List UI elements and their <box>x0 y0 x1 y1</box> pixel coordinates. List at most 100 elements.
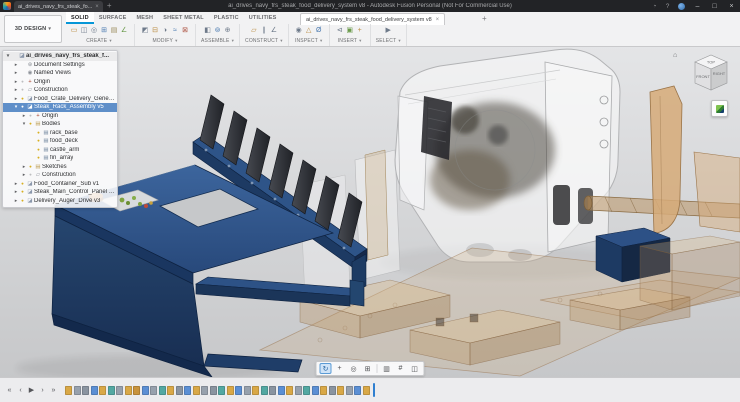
timeline-feature-icon[interactable] <box>295 386 302 395</box>
nav-tool-icon[interactable]: # <box>395 363 407 374</box>
visibility-bulb-icon[interactable] <box>35 146 42 154</box>
timeline-feature-icon[interactable] <box>354 386 361 395</box>
timeline-feature-icon[interactable] <box>218 386 225 395</box>
tool-icon[interactable]: ∠ <box>119 25 129 36</box>
visibility-bulb-icon[interactable] <box>27 120 34 128</box>
timeline-feature-icon[interactable] <box>312 386 319 395</box>
browser-tree-row[interactable]: ▾ Bodies <box>3 120 117 129</box>
timeline-feature-icon[interactable] <box>235 386 242 395</box>
tool-icon[interactable]: ◧ <box>203 25 213 36</box>
timeline-feature-icon[interactable] <box>320 386 327 395</box>
tool-icon[interactable]: ≈ <box>170 25 180 36</box>
playback-button[interactable]: ▶ <box>26 384 37 396</box>
timeline-feature-icon[interactable] <box>201 386 208 395</box>
browser-tree-row[interactable]: ▾ ai_drives_navy_frs_steak_f... <box>3 52 117 61</box>
nav-tool-icon[interactable]: ▥ <box>381 363 393 374</box>
ribbon-group-label[interactable]: SELECT ▾ <box>376 36 401 45</box>
environment-widget[interactable] <box>711 100 728 117</box>
minimize-button[interactable]: – <box>689 0 706 12</box>
timeline-feature-icon[interactable] <box>116 386 123 395</box>
browser-tree-row[interactable]: food_deck <box>3 137 117 146</box>
workspace-picker[interactable]: 3D DESIGN ▾ <box>4 15 62 43</box>
tool-icon[interactable]: ⊟ <box>150 25 160 36</box>
ribbon-group-label[interactable]: INSPECT ▾ <box>295 36 323 45</box>
browser-tree-row[interactable]: ▸ Delivery_Auger_Drive v3 <box>3 197 117 206</box>
timeline-feature-icon[interactable] <box>150 386 157 395</box>
ribbon-tab[interactable]: PLASTIC <box>209 12 244 24</box>
nav-tool-icon[interactable]: ◫ <box>409 363 421 374</box>
playback-button[interactable]: » <box>48 384 59 396</box>
visibility-bulb-icon[interactable] <box>35 137 42 145</box>
expand-arrow-icon[interactable]: ▸ <box>13 70 19 76</box>
profile-avatar[interactable] <box>678 3 685 10</box>
browser-tree-row[interactable]: rack_base <box>3 129 117 138</box>
visibility-bulb-icon[interactable] <box>35 129 42 137</box>
tool-icon[interactable]: △ <box>304 25 314 36</box>
browser-tree-row[interactable]: ▸ Sketches <box>3 163 117 172</box>
timeline-feature-icon[interactable] <box>65 386 72 395</box>
ribbon-tab[interactable]: MESH <box>132 12 159 24</box>
timeline-feature-icon[interactable] <box>108 386 115 395</box>
timeline-feature-icon[interactable] <box>133 386 140 395</box>
timeline-feature-icon[interactable] <box>74 386 81 395</box>
timeline-feature-icon[interactable] <box>176 386 183 395</box>
visibility-bulb-icon[interactable] <box>19 197 26 205</box>
ribbon-group-label[interactable]: INSERT ▾ <box>338 36 362 45</box>
browser-tree-row[interactable]: fin_array <box>3 154 117 163</box>
timeline-feature-icon[interactable] <box>269 386 276 395</box>
timeline-feature-icon[interactable] <box>303 386 310 395</box>
nav-tool-icon[interactable]: ↻ <box>320 363 332 374</box>
timeline-feature-icon[interactable] <box>252 386 259 395</box>
timeline-feature-icon[interactable] <box>363 386 370 395</box>
expand-arrow-icon[interactable]: ▾ <box>5 53 11 59</box>
nav-tool-icon[interactable]: ◎ <box>348 363 360 374</box>
tool-icon[interactable]: ◉ <box>294 25 304 36</box>
visibility-bulb-icon[interactable] <box>19 95 26 103</box>
tool-icon[interactable]: ◑ <box>160 25 170 36</box>
visibility-bulb-icon[interactable] <box>19 78 26 86</box>
browser-tree-row[interactable]: ▸ Origin <box>3 78 117 87</box>
ghost-tan-box[interactable] <box>640 236 740 310</box>
timeline-feature-icon[interactable] <box>125 386 132 395</box>
visibility-bulb-icon[interactable] <box>19 86 26 94</box>
timeline-feature-icon[interactable] <box>167 386 174 395</box>
tool-icon[interactable]: Ø <box>314 25 324 36</box>
browser-tree-row[interactable]: ▸ Food_Crate_Delivery_Generator v2 <box>3 95 117 104</box>
tool-icon[interactable]: ▱ <box>249 25 259 36</box>
close-window-button[interactable]: × <box>723 0 740 12</box>
new-tab-button[interactable]: + <box>107 1 112 11</box>
playback-button[interactable]: « <box>4 384 15 396</box>
browser-tree-row[interactable]: ▸ Construction <box>3 171 117 180</box>
ribbon-tab[interactable]: UTILITIES <box>244 12 282 24</box>
view-cube[interactable]: ⌂ TOP FRONT RIGHT <box>673 50 735 96</box>
timeline-feature-icon[interactable] <box>227 386 234 395</box>
ribbon-group-label[interactable]: CONSTRUCT ▾ <box>245 36 283 45</box>
tool-icon[interactable]: ◫ <box>79 25 89 36</box>
browser-tree-row[interactable]: castle_arm <box>3 146 117 155</box>
tool-icon[interactable]: ⊞ <box>99 25 109 36</box>
browser-tree-row[interactable]: ▸ Origin <box>3 112 117 121</box>
tool-icon[interactable]: ◩ <box>140 25 150 36</box>
tool-icon[interactable]: + <box>355 25 365 36</box>
tool-icon[interactable]: ∠ <box>269 25 279 36</box>
ribbon-tab[interactable]: SURFACE <box>94 12 132 24</box>
timeline-feature-icon[interactable] <box>82 386 89 395</box>
browser-tree-row[interactable]: ▸ Food_Container_Sub v1 <box>3 180 117 189</box>
browser-tree-row[interactable]: ▾ Steak_Rack_Assembly v5 <box>3 103 117 112</box>
tool-icon[interactable]: ⊚ <box>213 25 223 36</box>
home-view-icon[interactable]: ⌂ <box>673 52 677 59</box>
playback-button[interactable]: ‹ <box>15 384 26 396</box>
tool-icon[interactable]: ▣ <box>345 25 355 36</box>
playback-button[interactable]: › <box>37 384 48 396</box>
browser-tree-row[interactable]: ▸ Document Settings <box>3 61 117 70</box>
browser-document-tab[interactable]: ai_drives_navy_frs_steak_fo... × <box>14 1 103 12</box>
timeline-feature-icon[interactable] <box>329 386 336 395</box>
close-icon[interactable]: × <box>436 17 440 23</box>
visibility-bulb-icon[interactable] <box>19 188 26 196</box>
tool-icon[interactable]: ◎ <box>89 25 99 36</box>
timeline-playhead[interactable] <box>373 383 375 397</box>
tool-icon[interactable]: ⊕ <box>223 25 233 36</box>
browser-tree-row[interactable]: ▸ Construction <box>3 86 117 95</box>
timeline-feature-icon[interactable] <box>261 386 268 395</box>
ribbon-group-label[interactable]: ASSEMBLE ▾ <box>201 36 234 45</box>
